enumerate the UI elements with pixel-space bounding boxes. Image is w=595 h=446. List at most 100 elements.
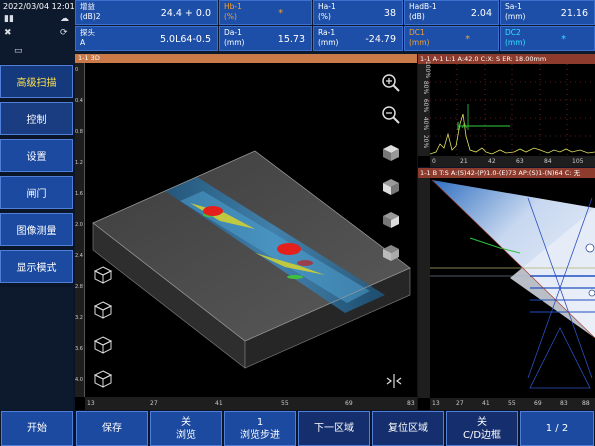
ruler-tick: 1.2	[75, 160, 83, 166]
wire-cube-3-icon[interactable]	[92, 334, 114, 356]
monitor-icon: ▭	[14, 46, 23, 56]
cd-state: 关	[477, 416, 487, 428]
param-label: Hb-1 (%)	[224, 2, 242, 21]
next-region-button[interactable]: 下一区域	[298, 411, 370, 446]
ruler-tick: 13	[432, 400, 440, 407]
ruler-tick: 20%	[422, 134, 430, 149]
ruler-tick: 0.4	[75, 98, 83, 104]
save-button[interactable]: 保存	[76, 411, 148, 446]
menu-gate[interactable]: 闸门	[0, 176, 73, 209]
param-value: 2.04	[470, 8, 492, 19]
param-probe[interactable]: 探头 A 5.0L64-0.5	[75, 26, 218, 51]
menu-display-mode[interactable]: 显示模式	[0, 250, 73, 283]
ruler-tick: 0	[75, 67, 79, 73]
ruler-tick: 21	[460, 158, 468, 165]
param-value: 21.16	[560, 8, 588, 19]
ruler-tick: 60%	[422, 98, 430, 113]
ruler-tick: 42	[488, 158, 496, 165]
browse-state: 关	[181, 416, 191, 428]
ruler-tick: 1.6	[75, 191, 83, 197]
zoom-in-icon[interactable]	[380, 72, 402, 94]
status-panel: 2022/03/04 12:01 ▮▮ ☁ ✖ ⟳ ▭	[0, 0, 75, 64]
parameter-bar: 增益 (dB)2 24.4 + 0.0 Hb-1 (%) * Ha-1 (%) …	[75, 0, 595, 54]
menu-image-measure[interactable]: 图像测量	[0, 213, 73, 246]
ruler-tick: 27	[456, 400, 464, 407]
param-gain[interactable]: 增益 (dB)2 24.4 + 0.0	[75, 0, 218, 25]
param-label: Sa-1 (mm)	[505, 2, 526, 21]
ruler-bottom: 13 27 41 55 69 83	[85, 397, 417, 410]
ruler-tick: 0	[432, 158, 436, 165]
param-ra[interactable]: Ra-1 (mm) -24.79	[313, 26, 403, 51]
a-scan-plot[interactable]	[430, 64, 595, 156]
start-label: 开始	[27, 423, 47, 434]
ruler-left: 0 0.4 0.8 1.2 1.6 2.0 2.4 2.8 3.2 3.6 4.0	[75, 63, 85, 397]
ruler-tick: 2.0	[75, 222, 83, 228]
browse-toggle[interactable]: 关 浏览	[150, 411, 222, 446]
volume-render[interactable]	[85, 63, 417, 397]
page-label: 1 / 2	[545, 423, 569, 434]
param-value: *	[561, 34, 566, 45]
save-label: 保存	[102, 423, 122, 434]
bottom-toolbar: 开始 保存 关 浏览 1 浏览步进 下一区域 复位区域 关 C/D边框 1 / …	[0, 410, 595, 446]
param-label: Ra-1 (mm)	[318, 28, 339, 47]
page-indicator[interactable]: 1 / 2	[520, 411, 594, 446]
cube-top-view-icon[interactable]	[380, 142, 402, 164]
param-ha[interactable]: Ha-1 (%) 38	[313, 0, 403, 25]
ruler-tick: 69	[345, 400, 353, 407]
sector-scan-plot[interactable]	[430, 178, 595, 398]
ruler-tick: 88	[582, 400, 590, 407]
fit-icon[interactable]	[383, 370, 405, 392]
param-label: DC2 (mm)	[505, 28, 526, 47]
param-label: Ha-1 (%)	[318, 2, 336, 21]
browse-step-value: 1	[256, 416, 264, 428]
ruler-tick: 80%	[422, 80, 430, 95]
cd-label: C/D边框	[462, 429, 502, 441]
menu-control[interactable]: 控制	[0, 102, 73, 135]
ruler-tick: 83	[407, 400, 415, 407]
a-scan-panel[interactable]: 1-1 A-1 L:1 A:42.0 C:X: S ER: 18.00mm 10…	[418, 54, 595, 167]
datetime: 2022/03/04 12:01	[3, 2, 75, 11]
ruler-tick: 4.0	[75, 377, 83, 383]
cube-front-view-icon[interactable]	[380, 209, 402, 231]
a-scan-ruler-bottom: 0 21 42 63 84 105	[430, 156, 595, 167]
start-button[interactable]: 开始	[1, 411, 73, 446]
sector-scan-title: 1-1 B T:S A:(S)42-(P)1.0-(E)73 AP:(S)1-(…	[418, 168, 595, 178]
zoom-out-icon[interactable]	[380, 104, 402, 126]
view-3d-panel[interactable]: 1-1 3D 0 0.4 0.8 1.2 1.6 2.0 2.4 2.8 3.2 3.6 4.0	[75, 54, 417, 410]
param-value: *	[278, 8, 283, 19]
menu-advanced-scan[interactable]: 高级扫描	[0, 65, 73, 98]
reset-region-button[interactable]: 复位区域	[372, 411, 444, 446]
param-label: HadB-1 (dB)	[409, 2, 437, 21]
param-hb[interactable]: Hb-1 (%) *	[219, 0, 312, 25]
wire-cube-2-icon[interactable]	[92, 299, 114, 321]
param-value: *	[465, 34, 470, 45]
param-hadb[interactable]: HadB-1 (dB) 2.04	[404, 0, 499, 25]
menu-settings[interactable]: 设置	[0, 139, 73, 172]
param-value: -24.79	[365, 34, 396, 45]
ruler-tick: 105	[572, 158, 584, 165]
a-scan-title: 1-1 A-1 L:1 A:42.0 C:X: S ER: 18.00mm	[418, 54, 595, 64]
ruler-tick: 84	[544, 158, 552, 165]
param-value: 38	[383, 8, 396, 19]
param-value: 15.73	[277, 34, 305, 45]
param-dc2[interactable]: DC2 (mm) *	[500, 26, 595, 51]
cube-bottom-view-icon[interactable]	[380, 242, 402, 264]
wire-cube-4-icon[interactable]	[92, 368, 114, 390]
param-da[interactable]: Da-1 (mm) 15.73	[219, 26, 312, 51]
wire-cube-1-icon[interactable]	[92, 264, 114, 286]
browse-step-label: 浏览步进	[240, 429, 280, 441]
view-3d-title: 1-1 3D	[75, 54, 417, 63]
param-sa[interactable]: Sa-1 (mm) 21.16	[500, 0, 595, 25]
ruler-tick: 3.6	[75, 346, 83, 352]
ruler-tick: 2.8	[75, 284, 83, 290]
next-region-label: 下一区域	[314, 423, 354, 434]
browse-step-control[interactable]: 1 浏览步进	[224, 411, 296, 446]
cube-left-view-icon[interactable]	[380, 176, 402, 198]
cd-border-toggle[interactable]: 关 C/D边框	[446, 411, 518, 446]
param-dc1[interactable]: DC1 (mm) *	[404, 26, 499, 51]
sector-scan-panel[interactable]: 1-1 B T:S A:(S)42-(P)1.0-(E)73 AP:(S)1-(…	[418, 168, 595, 410]
param-label: Da-1 (mm)	[224, 28, 245, 47]
ruler-tick: 55	[281, 400, 289, 407]
ruler-tick: 69	[534, 400, 542, 407]
menu-spacer	[0, 287, 73, 410]
